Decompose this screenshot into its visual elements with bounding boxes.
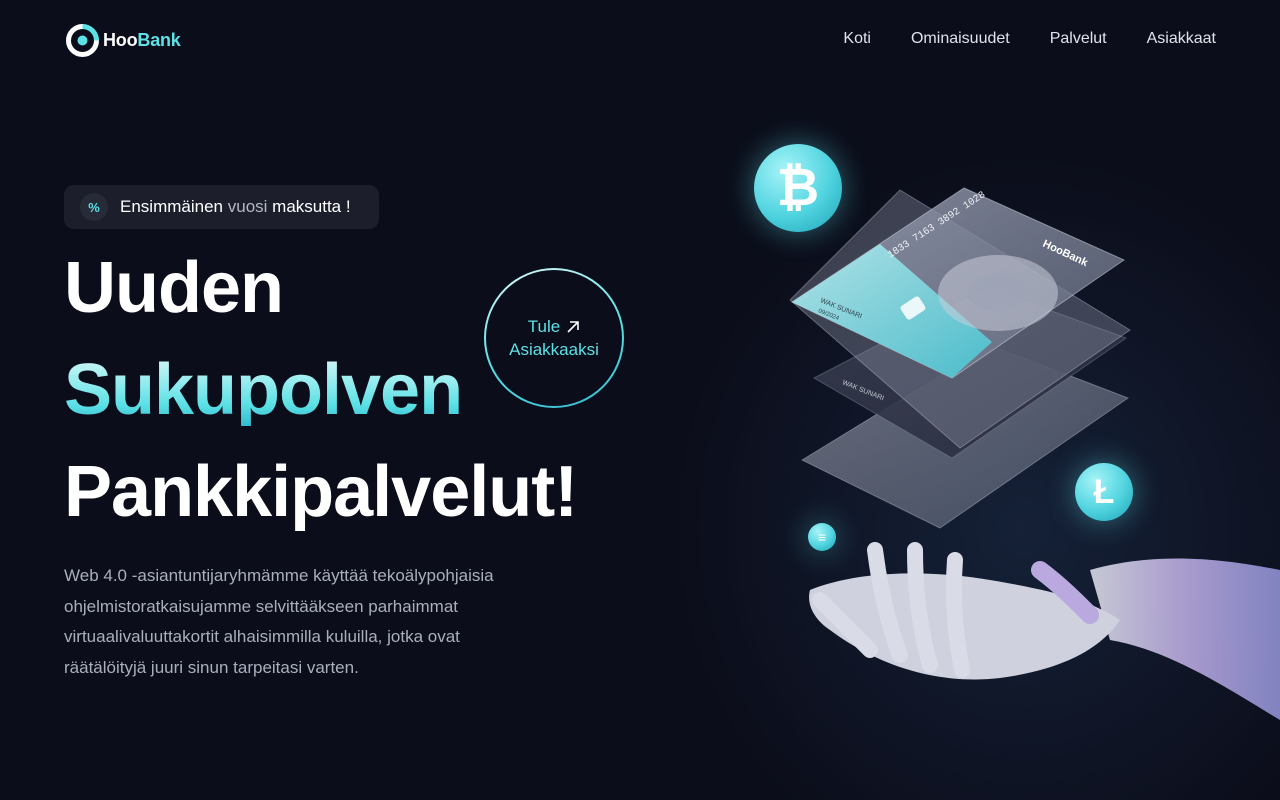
- logo[interactable]: HooBank: [66, 24, 181, 57]
- solana-icon: ≡: [808, 523, 836, 551]
- robot-arm: [1090, 558, 1280, 720]
- top-navbar: HooBank Koti Ominaisuudet Palvelut Asiak…: [0, 0, 1280, 80]
- hero-title-line2: Sukupolven: [64, 350, 463, 430]
- nav-item-asiakkaat[interactable]: Asiakkaat: [1147, 30, 1216, 48]
- arrow-up-right-icon: [567, 320, 580, 333]
- bitcoin-icon: ₿: [754, 144, 842, 232]
- get-started-label-2: Asiakkaaksi: [509, 340, 599, 359]
- robot-finger-3: [945, 552, 970, 678]
- card-top-emblem-inner: [968, 275, 1028, 311]
- promo-badge-text: Ensimmäinen vuosi maksutta !: [120, 197, 351, 216]
- hero-title-line3: Pankkipalvelut!: [64, 452, 578, 532]
- logo-icon: [66, 24, 99, 57]
- get-started-button-inner: Tule Asiakkaaksi: [486, 270, 622, 406]
- litecoin-icon: Ł: [1075, 463, 1133, 521]
- get-started-label-1: Tule: [527, 317, 561, 336]
- logo-text: HooBank: [103, 30, 181, 50]
- hero-illustration: WAK SUNARI 1833 7163 3892 1028 HooBank W…: [730, 130, 1280, 750]
- nav-item-koti[interactable]: Koti: [843, 30, 871, 48]
- percent-icon: %: [80, 193, 108, 221]
- get-started-button[interactable]: Tule Asiakkaaksi: [484, 268, 624, 408]
- nav-item-ominaisuudet[interactable]: Ominaisuudet: [911, 30, 1010, 48]
- nav-links: Koti Ominaisuudet Palvelut Asiakkaat: [843, 30, 1216, 48]
- hero-title-line1: Uuden: [64, 248, 284, 328]
- get-started-line1: Tule: [528, 315, 580, 338]
- hero-description: Web 4.0 -asiantuntijaryhmämme käyttää te…: [64, 566, 494, 677]
- promo-badge: % Ensimmäinen vuosi maksutta !: [64, 185, 379, 229]
- nav-item-palvelut[interactable]: Palvelut: [1050, 30, 1107, 48]
